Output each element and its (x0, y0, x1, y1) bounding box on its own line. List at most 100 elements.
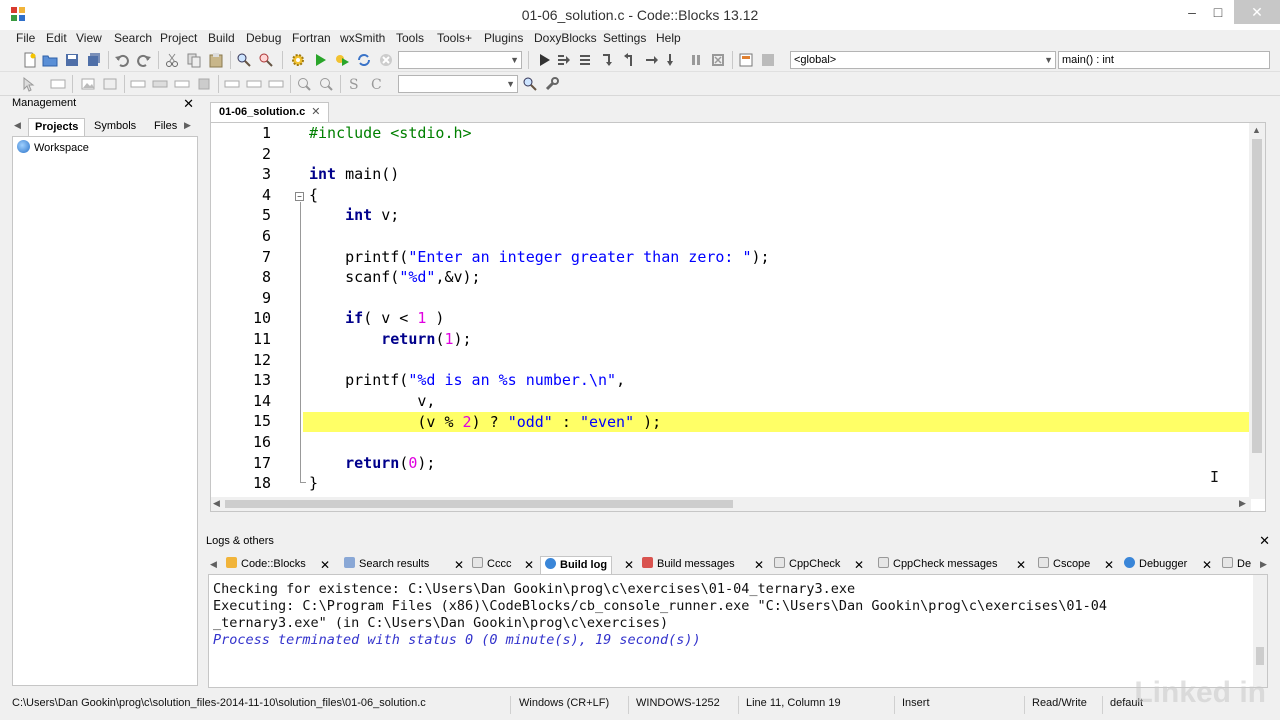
step-into-instruction-icon[interactable] (666, 52, 682, 68)
scroll-thumb[interactable] (225, 500, 733, 508)
stop-debugger-icon[interactable] (710, 52, 726, 68)
close-tab-icon[interactable]: ✕ (854, 558, 864, 572)
close-icon[interactable]: ✕ (183, 96, 194, 112)
run-to-cursor-icon[interactable] (556, 52, 572, 68)
run-icon[interactable] (312, 52, 328, 68)
close-tab-icon[interactable]: ✕ (320, 558, 330, 572)
tab-build-log[interactable]: Build log (540, 556, 613, 574)
debug-windows-icon[interactable] (738, 52, 754, 68)
tab-build-messages[interactable]: Build messages (642, 556, 735, 574)
close-tab-icon[interactable]: ✕ (524, 558, 534, 572)
debug-info-icon[interactable] (760, 52, 776, 68)
tab-codeblocks-log[interactable]: Code::Blocks (226, 556, 306, 574)
build-log-output[interactable]: Checking for existence: C:\Users\Dan Goo… (208, 574, 1268, 688)
step-into-icon[interactable] (600, 52, 616, 68)
next-line-icon[interactable] (578, 52, 594, 68)
code-editor[interactable]: 1 2 3 4 5 6 7 8 9 10 11 12 13 14 15 16 1… (210, 122, 1266, 512)
menu-tools-plus[interactable]: Tools+ (437, 31, 472, 45)
menu-fortran[interactable]: Fortran (292, 31, 331, 45)
close-icon[interactable]: ✕ (1259, 533, 1270, 549)
tab-scroll-left-icon[interactable]: ◀ (14, 120, 21, 131)
close-tab-icon[interactable]: ✕ (624, 558, 634, 572)
scroll-thumb[interactable] (1252, 139, 1262, 453)
tab-files[interactable]: Files (148, 118, 183, 136)
close-tab-icon[interactable]: ✕ (1016, 558, 1026, 572)
tab-scroll-left-icon[interactable]: ◀ (210, 559, 217, 570)
insert-column-icon[interactable] (152, 76, 168, 92)
next-instruction-icon[interactable] (644, 52, 660, 68)
zoom-in-icon[interactable] (296, 76, 312, 92)
zoom-out-icon[interactable] (318, 76, 334, 92)
step-out-icon[interactable] (622, 52, 638, 68)
maximize-button[interactable]: □ (1202, 0, 1234, 24)
find-icon[interactable] (236, 52, 252, 68)
tab-projects[interactable]: Projects (28, 118, 86, 136)
tab-scroll-right-icon[interactable]: ▶ (184, 120, 191, 131)
menu-edit[interactable]: Edit (46, 31, 67, 45)
search-combo[interactable]: ▼ (398, 75, 518, 93)
open-file-icon[interactable] (42, 52, 58, 68)
menu-plugins[interactable]: Plugins (484, 31, 523, 45)
tab-debugger[interactable]: Debugger (1124, 556, 1187, 574)
widget-panel-icon[interactable] (50, 76, 66, 92)
picture-icon[interactable] (102, 76, 118, 92)
close-tab-icon[interactable]: ✕ (454, 558, 464, 572)
cut-icon[interactable] (164, 52, 180, 68)
scroll-thumb[interactable] (1256, 647, 1264, 665)
log-vertical-scrollbar[interactable] (1253, 575, 1267, 687)
tab-cscope[interactable]: Cscope (1038, 556, 1090, 574)
insert-field-icon[interactable] (224, 76, 240, 92)
menu-view[interactable]: View (76, 31, 102, 45)
tab-scroll-right-icon[interactable]: ▶ (1260, 559, 1267, 570)
menu-settings[interactable]: Settings (603, 31, 646, 45)
replace-icon[interactable] (258, 52, 274, 68)
close-tab-icon[interactable]: ✕ (754, 558, 764, 572)
tab-search-results[interactable]: Search results (344, 556, 429, 574)
editor-horizontal-scrollbar[interactable]: ◀ ▶ (211, 497, 1251, 511)
menu-build[interactable]: Build (208, 31, 235, 45)
rebuild-icon[interactable] (356, 52, 372, 68)
tab-symbols[interactable]: Symbols (88, 118, 142, 136)
pause-icon[interactable] (688, 52, 704, 68)
insert-row-icon[interactable] (130, 76, 146, 92)
tab-cccc[interactable]: Cccc (472, 556, 511, 574)
scroll-up-icon[interactable]: ▲ (1252, 125, 1261, 135)
close-tab-icon[interactable]: ✕ (1202, 558, 1212, 572)
redo-icon[interactable] (136, 52, 152, 68)
save-all-icon[interactable] (86, 52, 102, 68)
wrench-icon[interactable] (544, 76, 560, 92)
scroll-left-icon[interactable]: ◀ (213, 498, 220, 509)
menu-doxyblocks[interactable]: DoxyBlocks (534, 31, 597, 45)
editor-vertical-scrollbar[interactable]: ▲ (1249, 123, 1265, 499)
tab-cppcheck-messages[interactable]: CppCheck messages (878, 556, 998, 574)
scope-combo[interactable]: <global> ▼ (790, 51, 1056, 69)
scroll-right-icon[interactable]: ▶ (1239, 498, 1246, 509)
copy-icon[interactable] (186, 52, 202, 68)
undo-icon[interactable] (114, 52, 130, 68)
build-target-combo[interactable]: ▼ (398, 51, 522, 69)
fold-collapse-icon[interactable]: − (295, 192, 304, 201)
tab-de[interactable]: De (1222, 556, 1251, 574)
abort-icon[interactable] (378, 52, 394, 68)
paste-icon[interactable] (208, 52, 224, 68)
image-icon[interactable] (80, 76, 96, 92)
function-combo[interactable]: main() : int (1058, 51, 1270, 69)
close-tab-icon[interactable]: ✕ (1104, 558, 1114, 572)
script-c-icon[interactable]: C (368, 76, 384, 92)
pointer-icon[interactable] (20, 76, 36, 92)
insert-table-icon[interactable] (268, 76, 284, 92)
build-and-run-icon[interactable] (334, 52, 350, 68)
close-window-button[interactable]: ✕ (1234, 0, 1280, 24)
tab-cppcheck[interactable]: CppCheck (774, 556, 840, 574)
menu-debug[interactable]: Debug (246, 31, 281, 45)
script-s-icon[interactable]: S (346, 76, 362, 92)
menu-tools[interactable]: Tools (396, 31, 424, 45)
close-tab-icon[interactable]: ✕ (311, 106, 320, 118)
tree-item-workspace[interactable]: Workspace (17, 140, 89, 154)
new-file-icon[interactable] (22, 52, 38, 68)
menu-search[interactable]: Search (114, 31, 152, 45)
debug-continue-icon[interactable] (536, 52, 552, 68)
menu-file[interactable]: File (16, 31, 35, 45)
search-doc-icon[interactable] (522, 76, 538, 92)
file-tab[interactable]: 01-06_solution.c ✕ (210, 102, 330, 122)
